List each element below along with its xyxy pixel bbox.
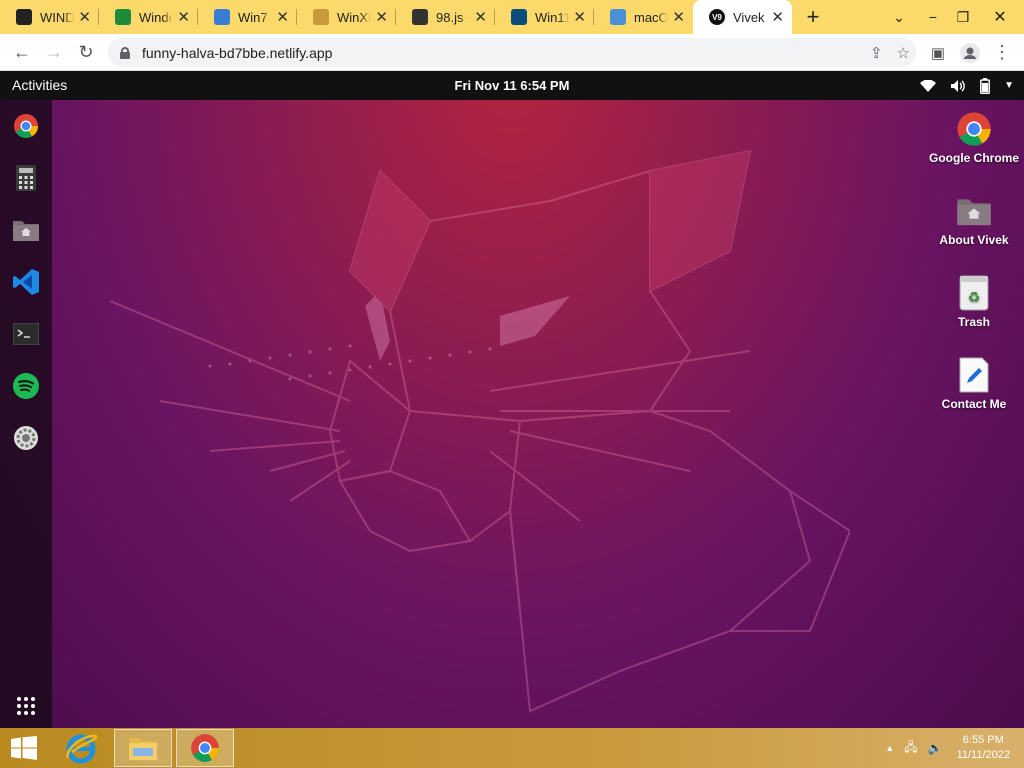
- taskbar-clock[interactable]: 6:55 PM 11/11/2022: [957, 733, 1010, 763]
- bookmark-star-icon[interactable]: ☆: [897, 44, 910, 62]
- profile-avatar-icon[interactable]: [954, 37, 986, 69]
- restore-icon[interactable]: ❐: [948, 0, 978, 34]
- tab-title: Windo: [139, 9, 174, 25]
- wifi-icon: [920, 79, 937, 92]
- side-panel-icon[interactable]: ▣: [922, 37, 954, 69]
- tab-title: macOS: [634, 9, 669, 25]
- internet-explorer-icon[interactable]: [52, 729, 110, 767]
- browser-tab-strip: WINDO ✕ Windo ✕ Win7 S ✕ WinXP ✕ 98.js -…: [0, 0, 1024, 34]
- ubuntu-dock: [0, 100, 52, 728]
- win7-icon: [214, 9, 230, 25]
- taskbar-time: 6:55 PM: [962, 734, 1004, 746]
- browser-tab[interactable]: macOS ✕: [594, 0, 693, 34]
- tab-close-icon[interactable]: ✕: [78, 8, 91, 26]
- windows-taskbar: ▲ 🖧 🔈 6:55 PM 11/11/2022: [0, 728, 1024, 768]
- vivek-icon: V9: [709, 9, 725, 25]
- show-hidden-icons-icon[interactable]: ▲: [885, 743, 894, 753]
- tab-title: WINDO: [40, 9, 75, 25]
- browser-tab-active[interactable]: V9 Vivek ✕: [693, 0, 792, 34]
- share-icon[interactable]: ⇪: [870, 44, 883, 62]
- app-grid-icon[interactable]: [10, 690, 42, 722]
- svg-text:♻: ♻: [968, 290, 981, 306]
- tab-title: WinXP: [337, 9, 371, 25]
- tab-title: Win7 S: [238, 9, 272, 25]
- desktop-icon-about-vivek[interactable]: About Vivek: [929, 193, 1019, 247]
- chrome-icon: [956, 111, 992, 147]
- volume-icon: [951, 79, 965, 92]
- terminal-icon[interactable]: [10, 318, 42, 350]
- browser-tab[interactable]: Win11 ✕: [495, 0, 594, 34]
- browser-toolbar: ← → ↻ funny-halva-bd7bbe.netlify.app ⇪ ☆…: [0, 34, 1024, 71]
- windows-start-icon[interactable]: [0, 728, 48, 768]
- menu-kebab-icon[interactable]: ⋮: [986, 37, 1018, 69]
- tab-close-icon[interactable]: ✕: [771, 8, 784, 26]
- desktop-icon-label: Google Chrome: [929, 151, 1020, 165]
- folder-home-icon: [956, 193, 992, 229]
- address-bar[interactable]: funny-halva-bd7bbe.netlify.app ⇪ ☆: [108, 38, 916, 67]
- network-icon[interactable]: 🖧: [904, 738, 917, 759]
- desktop-icon-contact-me[interactable]: Contact Me: [929, 357, 1019, 411]
- desktop-icon-label: About Vivek: [939, 233, 1009, 247]
- url-text[interactable]: funny-halva-bd7bbe.netlify.app: [142, 45, 332, 61]
- browser-tab[interactable]: Windo ✕: [99, 0, 198, 34]
- home-folder-icon[interactable]: [10, 214, 42, 246]
- ubuntu-desktop: Activities Fri Nov 11 6:54 PM ▼ Google C…: [0, 71, 1024, 728]
- clock[interactable]: Fri Nov 11 6:54 PM: [0, 71, 1024, 100]
- browser-tab[interactable]: Win7 S ✕: [198, 0, 297, 34]
- system-tray[interactable]: ▼: [920, 71, 1014, 100]
- windows-green-icon: [115, 9, 131, 25]
- chrome-icon[interactable]: [10, 110, 42, 142]
- edit-icon: [956, 357, 992, 393]
- taskbar-date: 11/11/2022: [956, 749, 1010, 761]
- browser-tab[interactable]: WinXP ✕: [297, 0, 396, 34]
- tab-close-icon[interactable]: ✕: [276, 8, 289, 26]
- settings-icon[interactable]: [10, 422, 42, 454]
- macos-icon: [610, 9, 626, 25]
- desktop-icon-label: Trash: [957, 315, 990, 329]
- browser-tab[interactable]: 98.js - ✕: [396, 0, 495, 34]
- back-icon[interactable]: ←: [6, 36, 38, 68]
- calculator-icon[interactable]: [10, 162, 42, 194]
- speaker-icon[interactable]: 🔈: [928, 741, 943, 755]
- forward-icon[interactable]: →: [38, 36, 70, 68]
- desktop-icon-trash[interactable]: ♻ Trash: [929, 275, 1019, 329]
- new-tab-button[interactable]: +: [792, 0, 834, 34]
- tray-dropdown-icon[interactable]: ▼: [1004, 80, 1014, 91]
- win98-icon: [412, 9, 428, 25]
- desktop-icon-label: Contact Me: [941, 397, 1007, 411]
- winxp-icon: [313, 9, 329, 25]
- browser-tab[interactable]: WINDO ✕: [0, 0, 99, 34]
- reload-icon[interactable]: ↻: [70, 36, 102, 68]
- desktop-icon-google-chrome[interactable]: Google Chrome: [929, 111, 1019, 165]
- tab-title: 98.js -: [436, 9, 471, 25]
- tab-close-icon[interactable]: ✕: [474, 8, 487, 26]
- tab-search-chevron-icon[interactable]: ⌄: [884, 0, 914, 34]
- tab-close-icon[interactable]: ✕: [573, 8, 586, 26]
- vscode-icon[interactable]: [10, 266, 42, 298]
- tab-close-icon[interactable]: ✕: [375, 8, 388, 26]
- spotify-icon[interactable]: [10, 370, 42, 402]
- battery-icon: [980, 77, 991, 94]
- trash-icon: ♻: [956, 275, 992, 311]
- file-explorer-icon[interactable]: [114, 729, 172, 767]
- film-icon: [16, 9, 32, 25]
- close-window-icon[interactable]: ✕: [980, 0, 1020, 34]
- ubuntu-top-bar: Activities Fri Nov 11 6:54 PM ▼: [0, 71, 1024, 100]
- screen: WINDO ✕ Windo ✕ Win7 S ✕ WinXP ✕ 98.js -…: [0, 0, 1024, 768]
- win11-icon: [511, 9, 527, 25]
- tab-close-icon[interactable]: ✕: [672, 8, 685, 26]
- lock-icon[interactable]: [120, 46, 130, 59]
- tab-close-icon[interactable]: ✕: [177, 8, 190, 26]
- wallpaper-cat-graphic: [109, 149, 850, 713]
- tab-title: Vivek: [733, 9, 765, 25]
- notification-area: ▲ 🖧 🔈 6:55 PM 11/11/2022: [885, 728, 1024, 768]
- chrome-taskbar-icon[interactable]: [176, 729, 234, 767]
- minimize-icon[interactable]: −: [918, 0, 948, 34]
- tab-title: Win11: [535, 9, 570, 25]
